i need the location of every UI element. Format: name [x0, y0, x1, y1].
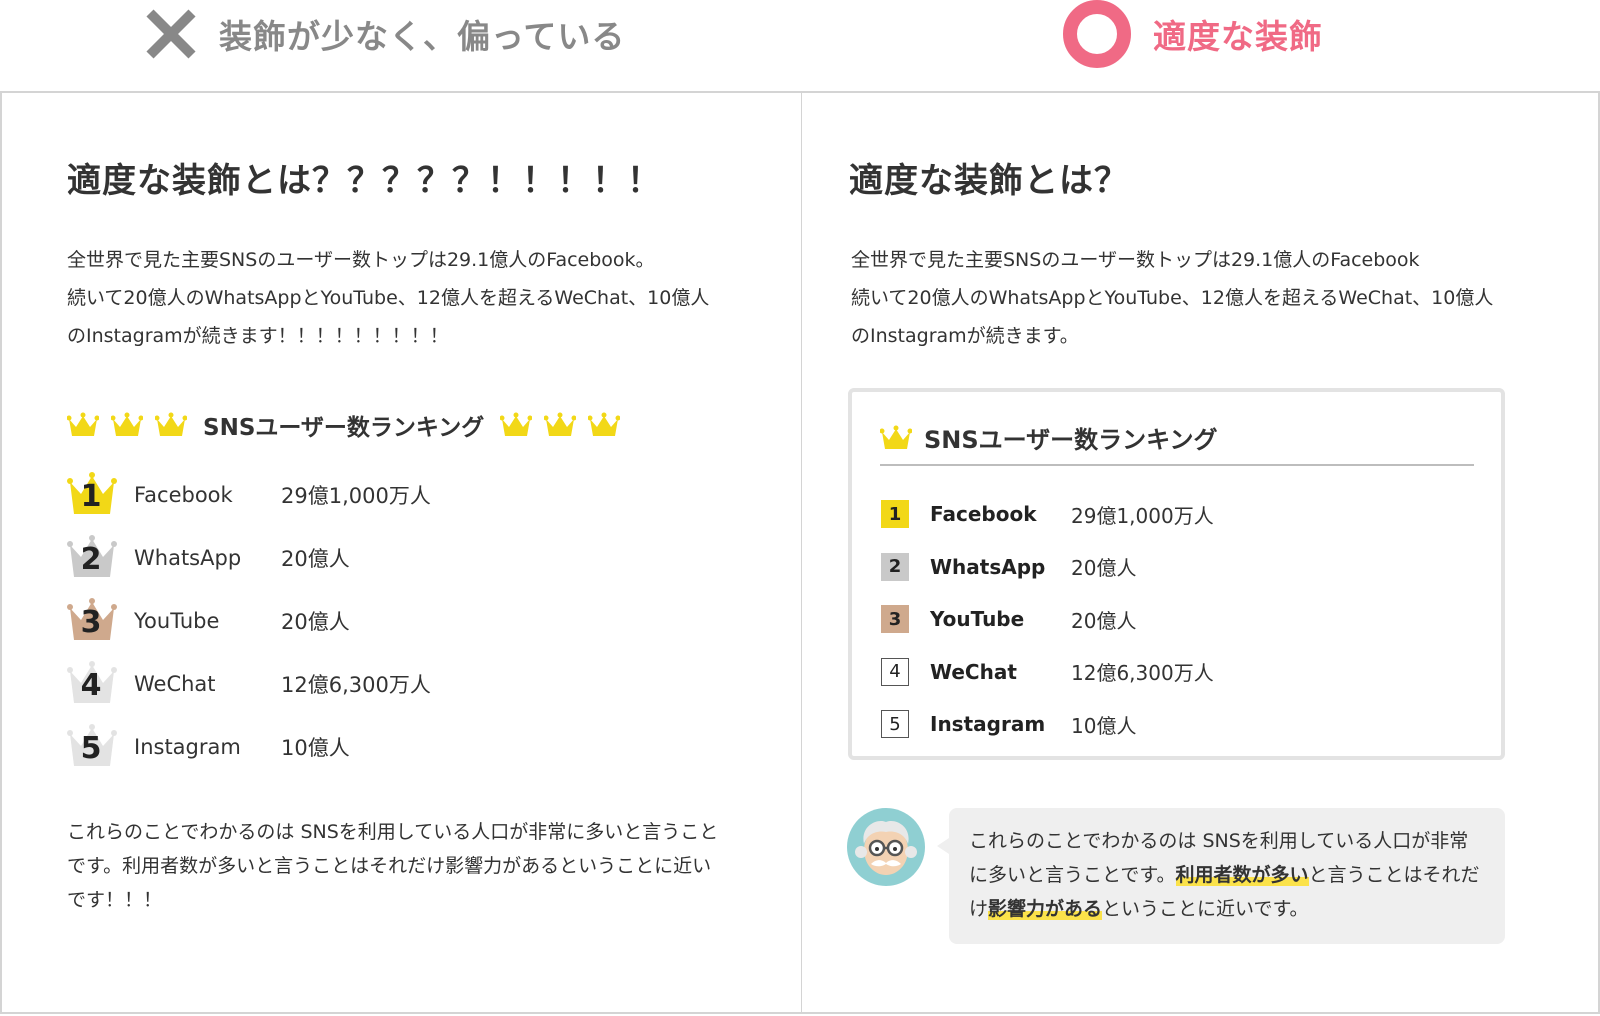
sns-name: WhatsApp: [930, 554, 1046, 579]
ranking-row: 1 Facebook 29億1,000万人: [67, 463, 431, 526]
user-count: 29億1,000万人: [1071, 503, 1214, 528]
crown-icon: [67, 412, 99, 436]
rank-badge: 3: [881, 605, 909, 634]
crown-rank-badge: 2: [67, 533, 117, 583]
professor-avatar-icon: [847, 808, 925, 886]
intro-line: 全世界で見た主要SNSのユーザー数トップは29.1億人のFacebook。: [67, 249, 655, 271]
page-title: 適度な装飾とは？？？？？！！！！！: [67, 161, 662, 201]
crown-icon: [155, 412, 187, 436]
intro-line: のInstagramが続きます。: [851, 325, 1079, 347]
crown-group-right: [500, 412, 621, 438]
bad-example-label: 装飾が少なく、偏っている: [145, 8, 625, 60]
ranking-row: 5 Instagram 10億人: [881, 698, 1214, 751]
intro-line: 続いて20億人のWhatsAppとYouTube、12億人を超えるWeChat、…: [67, 287, 710, 309]
ranking-box: SNSユーザー数ランキング 1 Facebook 29億1,000万人 2 Wh…: [848, 388, 1505, 760]
rank-number: 1: [80, 478, 102, 514]
intro-line: のInstagramが続きます！！！！！！！！！: [67, 325, 449, 347]
ranking-heading: SNSユーザー数ランキング: [67, 408, 621, 442]
ranking-row: 2 WhatsApp 20億人: [67, 526, 431, 589]
ranking-row: 4 WeChat 12億6,300万人: [881, 646, 1214, 699]
user-count: 10億人: [281, 735, 350, 760]
ranking-row: 5 Instagram 10億人: [67, 715, 431, 778]
ranking-list: 1 Facebook 29億1,000万人 2 WhatsApp 20億人 3 …: [67, 463, 431, 778]
bubble-text: ということに近いです。: [1102, 898, 1309, 920]
rank-number: 3: [80, 604, 102, 640]
intro-paragraph: 全世界で見た主要SNSのユーザー数トップは29.1億人のFacebook。 続い…: [67, 241, 709, 355]
rank-badge: 2: [881, 552, 909, 581]
rank-badge: 5: [881, 710, 909, 739]
good-example-text: 適度な装飾: [1153, 17, 1323, 56]
divider: [880, 464, 1474, 466]
sns-name: WhatsApp: [134, 545, 242, 570]
bubble-highlight: 利用者数が多い: [1175, 864, 1309, 886]
sns-name: Facebook: [134, 482, 233, 507]
sns-name: Facebook: [930, 502, 1037, 527]
intro-paragraph: 全世界で見た主要SNSのユーザー数トップは29.1億人のFacebook 続いて…: [851, 241, 1493, 355]
bad-example-text: 装飾が少なく、偏っている: [219, 17, 626, 56]
user-count: 29億1,000万人: [281, 483, 431, 508]
ranking-row: 2 WhatsApp 20億人: [881, 541, 1214, 594]
bad-example-panel: 適度な装飾とは？？？？？！！！！！ 全世界で見た主要SNSのユーザー数トップは2…: [0, 91, 802, 1014]
ranking-row: 3 YouTube 20億人: [67, 589, 431, 652]
rank-number: 2: [80, 541, 102, 577]
ranking-title: SNSユーザー数ランキング: [924, 426, 1218, 454]
ranking-list: 1 Facebook 29億1,000万人 2 WhatsApp 20億人 3 …: [881, 488, 1214, 751]
rank-badge: 4: [881, 657, 909, 686]
intro-line: 全世界で見た主要SNSのユーザー数トップは29.1億人のFacebook: [851, 249, 1420, 271]
sns-name: WeChat: [930, 659, 1017, 684]
crown-icon: [544, 412, 577, 436]
sns-name: WeChat: [134, 671, 216, 696]
crown-icon: [111, 412, 143, 436]
crown-icon: [880, 425, 912, 449]
ranking-row: 4 WeChat 12億6,300万人: [67, 652, 431, 715]
crown-rank-badge: 4: [67, 659, 117, 709]
crown-icon: [500, 412, 533, 436]
crown-icon: [588, 412, 621, 436]
crown-rank-badge: 5: [67, 722, 117, 772]
ranking-heading: SNSユーザー数ランキング: [880, 420, 1217, 455]
outro-paragraph: これらのことでわかるのは SNSを利用している人口が非常に多いと言うことです。利…: [67, 821, 719, 911]
ranking-row: 1 Facebook 29億1,000万人: [881, 488, 1214, 541]
ranking-row: 3 YouTube 20億人: [881, 593, 1214, 646]
rank-badge: 1: [881, 500, 909, 529]
rank-number: 5: [80, 730, 102, 766]
user-count: 20億人: [1071, 608, 1137, 633]
rank-number: 4: [80, 667, 102, 703]
ranking-title: SNSユーザー数ランキング: [203, 415, 485, 441]
page-title: 適度な装飾とは？: [849, 161, 1129, 201]
intro-line: 続いて20億人のWhatsAppとYouTube、12億人を超えるWeChat、…: [851, 287, 1494, 309]
sns-name: YouTube: [930, 607, 1025, 632]
speech-bubble: これらのことでわかるのは SNSを利用している人口が非常に多いと言うことです。利…: [937, 808, 1505, 944]
user-count: 12億6,300万人: [1071, 661, 1214, 686]
user-count: 12億6,300万人: [281, 672, 431, 697]
sns-name: Instagram: [930, 712, 1046, 737]
crown-rank-badge: 1: [67, 470, 117, 520]
sns-name: Instagram: [134, 734, 241, 759]
user-count: 20億人: [281, 609, 350, 634]
circle-icon: [1063, 0, 1131, 68]
crown-group-left: [67, 412, 187, 438]
user-count: 10億人: [1071, 713, 1137, 738]
cross-icon: [146, 9, 196, 59]
bubble-highlight: 影響力がある: [988, 898, 1103, 920]
sns-name: YouTube: [134, 608, 220, 633]
good-example-label: 適度な装飾: [1063, 0, 1323, 68]
user-count: 20億人: [1071, 556, 1137, 581]
crown-rank-badge: 3: [67, 596, 117, 646]
user-count: 20億人: [281, 546, 350, 571]
